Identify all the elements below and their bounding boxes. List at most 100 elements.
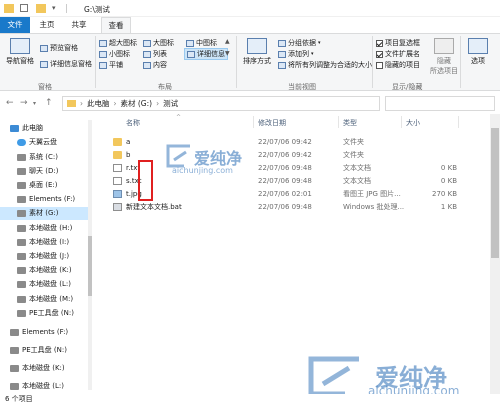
recent-dropdown-icon[interactable]: ▾ bbox=[33, 100, 36, 107]
up-arrow-icon[interactable]: ↑ bbox=[45, 98, 53, 108]
nav-item-label: PE工具盘 (N:) bbox=[22, 346, 67, 354]
nav-item-label: Elements (F:) bbox=[29, 195, 76, 203]
nav-pane-label: 导航窗格 bbox=[6, 57, 34, 65]
table-row[interactable]: r.txt 22/07/06 09:48 文本文档 0 KB bbox=[96, 162, 490, 174]
layout-scroll-up-icon[interactable]: ▲ bbox=[225, 38, 230, 45]
table-row[interactable]: t.jpg 22/07/06 02:01 看图王 JPG 图片... 270 K… bbox=[96, 188, 490, 200]
file-list-scrollbar-thumb[interactable] bbox=[491, 128, 499, 258]
add-column-button[interactable]: 添加列 ▾ bbox=[278, 49, 314, 59]
nav-item-drive-g[interactable]: 素材 (G:) bbox=[0, 207, 90, 220]
sort-icon bbox=[247, 38, 267, 54]
add-column-label: 添加列 bbox=[288, 50, 309, 58]
options-button[interactable]: 选项 bbox=[463, 38, 493, 66]
file-type: 看图王 JPG 图片... bbox=[343, 190, 401, 198]
column-divider[interactable] bbox=[458, 116, 459, 128]
extensions-toggle[interactable]: 文件扩展名 bbox=[376, 49, 420, 59]
tab-share[interactable]: 共享 bbox=[64, 17, 94, 33]
nav-item-label: 本地磁盘 (M:) bbox=[29, 295, 74, 303]
layout-medium-icons[interactable]: 中图标 bbox=[186, 38, 217, 48]
address-bar[interactable]: › 此电脑 › 素材 (G:) › 测试 bbox=[62, 96, 380, 111]
hidden-items-label: 隐藏的项目 bbox=[385, 61, 420, 69]
forward-arrow-icon[interactable]: → bbox=[20, 98, 28, 108]
sort-indicator-icon: ^ bbox=[176, 114, 182, 121]
fit-columns-button[interactable]: 将所有列调整为合适的大小 bbox=[278, 60, 372, 70]
chevron-down-icon: ▾ bbox=[318, 40, 321, 46]
group-by-button[interactable]: 分组依据 ▾ bbox=[278, 38, 321, 48]
nav-item-network-k[interactable]: 本地磁盘 (K:) bbox=[0, 362, 90, 375]
table-row[interactable]: 新建文本文档.bat 22/07/06 09:48 Windows 批处理...… bbox=[96, 201, 490, 213]
drive-icon bbox=[17, 267, 26, 274]
nav-item-label: 本地磁盘 (H:) bbox=[29, 224, 73, 232]
hide-selected-button[interactable]: 隐藏 所选项目 bbox=[430, 38, 458, 76]
fit-columns-icon bbox=[278, 61, 286, 69]
checkbox-icon[interactable] bbox=[20, 4, 28, 12]
back-arrow-icon[interactable]: ← bbox=[6, 98, 14, 108]
nav-item-drive-d[interactable]: 聊天 (D:) bbox=[0, 165, 90, 178]
nav-item-drive-e[interactable]: 桌面 (E:) bbox=[0, 179, 90, 192]
table-row[interactable]: a 22/07/06 09:42 文件夹 bbox=[96, 136, 490, 148]
nav-scrollbar-thumb[interactable] bbox=[88, 236, 92, 296]
layout-extra-large-icons[interactable]: 超大图标 bbox=[99, 38, 137, 48]
nav-item-drive-j[interactable]: 本地磁盘 (J:) bbox=[0, 250, 90, 263]
nav-item-drive-l[interactable]: 本地磁盘 (L:) bbox=[0, 278, 90, 291]
fit-columns-label: 将所有列调整为合适的大小 bbox=[288, 61, 372, 69]
drive-icon bbox=[17, 182, 26, 189]
nav-item-network-l[interactable]: 本地磁盘 (L:) bbox=[0, 380, 90, 393]
tab-home[interactable]: 主页 bbox=[32, 17, 62, 33]
nav-item-drive-c[interactable]: 系统 (C:) bbox=[0, 151, 90, 164]
column-header-name[interactable]: 名称 bbox=[126, 118, 140, 128]
details-icon bbox=[187, 50, 195, 58]
item-checkbox-toggle[interactable]: 项目复选框 bbox=[376, 38, 420, 48]
nav-item-drive-f[interactable]: Elements (F:) bbox=[0, 193, 90, 206]
preview-pane-button[interactable]: 预览窗格 bbox=[40, 43, 78, 53]
layout-content[interactable]: 内容 bbox=[143, 60, 167, 70]
search-input[interactable] bbox=[385, 96, 495, 111]
tab-file[interactable]: 文件 bbox=[0, 17, 30, 33]
layout-label: 小图标 bbox=[109, 50, 130, 58]
nav-item-drive-i[interactable]: 本地磁盘 (I:) bbox=[0, 236, 90, 249]
breadcrumb-folder[interactable]: 测试 bbox=[163, 98, 178, 109]
panes-group-label: 窗格 bbox=[38, 83, 52, 91]
nav-pane-button[interactable]: 导航窗格 bbox=[2, 38, 38, 66]
layout-large-icons[interactable]: 大图标 bbox=[143, 38, 174, 48]
details-pane-label: 详细信息窗格 bbox=[50, 60, 92, 68]
title-divider bbox=[66, 4, 67, 13]
breadcrumb-separator-icon: › bbox=[113, 99, 117, 108]
cloud-icon bbox=[17, 139, 26, 146]
column-header-date[interactable]: 修改日期 bbox=[258, 118, 286, 128]
table-row[interactable]: s.txt 22/07/06 09:48 文本文档 0 KB bbox=[96, 175, 490, 187]
nav-item-drive-k[interactable]: 本地磁盘 (K:) bbox=[0, 264, 90, 277]
nav-item-cloud[interactable]: 天翼云盘 bbox=[0, 136, 90, 149]
nav-item-this-pc[interactable]: 此电脑 bbox=[0, 122, 90, 135]
nav-item-drive-n[interactable]: PE工具盘 (N:) bbox=[0, 307, 90, 320]
layout-list[interactable]: 列表 bbox=[143, 49, 167, 59]
column-divider[interactable] bbox=[401, 116, 402, 128]
column-divider[interactable] bbox=[338, 116, 339, 128]
layout-scroll-down-icon[interactable]: ▼ bbox=[225, 50, 230, 57]
breadcrumb-this-pc[interactable]: 此电脑 bbox=[87, 98, 110, 109]
details-pane-button[interactable]: 详细信息窗格 bbox=[40, 59, 92, 69]
drive-icon bbox=[17, 154, 26, 161]
column-divider[interactable] bbox=[253, 116, 254, 128]
hidden-items-toggle[interactable]: 隐藏的项目 bbox=[376, 60, 420, 70]
sort-label: 排序方式 bbox=[243, 57, 271, 65]
layout-tiles[interactable]: 平铺 bbox=[99, 60, 123, 70]
file-size: 0 KB bbox=[440, 177, 457, 185]
layout-small-icons[interactable]: 小图标 bbox=[99, 49, 130, 59]
column-header-type[interactable]: 类型 bbox=[343, 118, 357, 128]
nav-item-elements[interactable]: Elements (F:) bbox=[0, 326, 90, 339]
breadcrumb-drive[interactable]: 素材 (G:) bbox=[121, 98, 153, 109]
quick-access-dropdown-icon[interactable]: ▾ bbox=[52, 4, 62, 13]
tab-view[interactable]: 查看 bbox=[101, 17, 131, 33]
group-by-label: 分组依据 bbox=[288, 39, 316, 47]
show-hide-group-label: 显示/隐藏 bbox=[392, 83, 423, 91]
column-header-size[interactable]: 大小 bbox=[406, 118, 420, 128]
sort-by-button[interactable]: 排序方式 bbox=[240, 38, 274, 66]
nav-item-pe-tools[interactable]: PE工具盘 (N:) bbox=[0, 344, 90, 357]
nav-item-drive-m[interactable]: 本地磁盘 (M:) bbox=[0, 293, 90, 306]
table-row[interactable]: b 22/07/06 09:42 文件夹 bbox=[96, 149, 490, 161]
nav-item-drive-h[interactable]: 本地磁盘 (H:) bbox=[0, 222, 90, 235]
layout-details[interactable]: 详细信息 bbox=[184, 48, 228, 60]
new-folder-icon[interactable] bbox=[36, 4, 46, 13]
layout-label: 列表 bbox=[153, 50, 167, 58]
